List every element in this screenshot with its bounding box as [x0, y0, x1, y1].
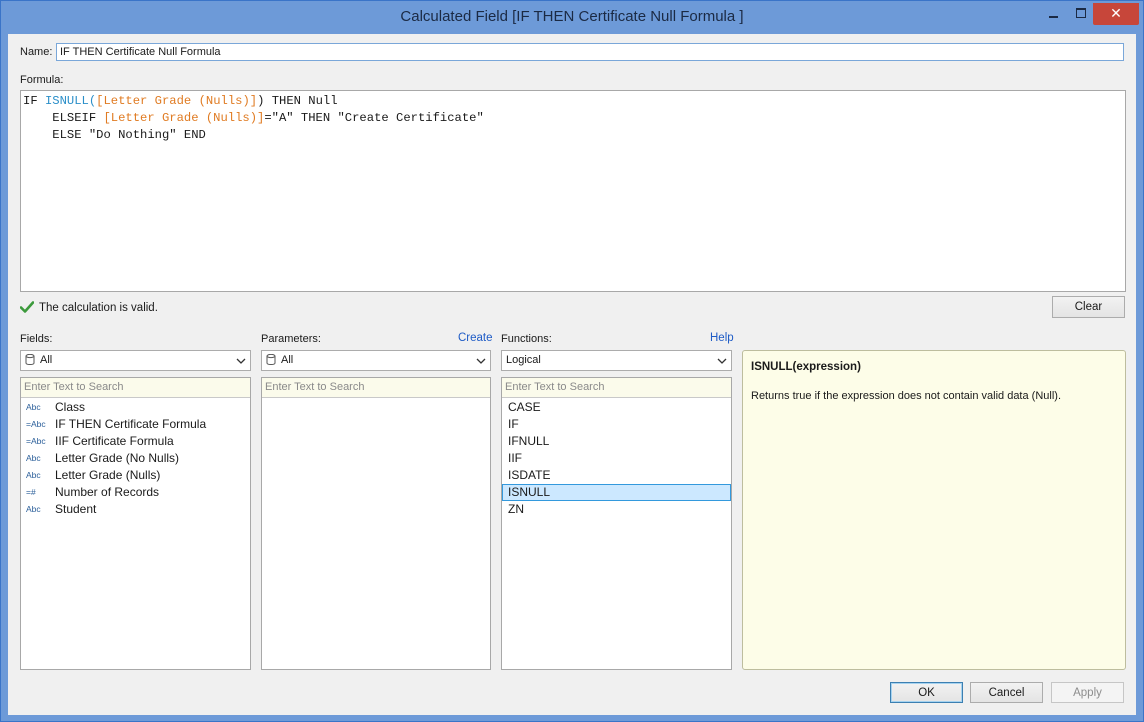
help-link[interactable]: Help [710, 332, 734, 344]
string-type-icon: Abc [26, 453, 41, 463]
create-parameter-link[interactable]: Create [458, 332, 493, 344]
functions-list: Enter Text to Search CASE IF IFNULL IIF ISDA… [501, 377, 732, 670]
name-input[interactable]: IF THEN Certificate Null Formula [56, 43, 1124, 61]
maximize-button[interactable] [1069, 3, 1093, 25]
field-list-item[interactable]: =Abc IIF Certificate Formula [21, 433, 250, 450]
close-button[interactable]: ✕ [1093, 3, 1139, 25]
field-list-item[interactable]: Abc Letter Grade (Nulls) [21, 467, 250, 484]
function-description: Returns true if the expression does not … [751, 390, 1061, 402]
formula-line-2: ELSEIF [Letter Grade (Nulls)]="A" THEN "… [23, 110, 1123, 127]
function-help-panel: ISNULL(expression) Returns true if the e… [742, 350, 1126, 670]
formula-line-3: ELSE "Do Nothing" END [23, 128, 206, 142]
number-type-icon: =# [26, 487, 36, 497]
functions-search-input[interactable]: Enter Text to Search [502, 378, 731, 398]
name-label: Name: [20, 46, 53, 58]
field-list-item[interactable]: Abc Student [21, 501, 250, 518]
datasource-icon [25, 354, 35, 365]
fields-search-input[interactable]: Enter Text to Search [21, 378, 250, 398]
string-type-icon: Abc [26, 402, 41, 412]
validation-text: The calculation is valid. [39, 302, 158, 314]
field-list-item[interactable]: Abc Letter Grade (No Nulls) [21, 450, 250, 467]
title-bar[interactable]: Calculated Field [IF THEN Certificate Nu… [1, 1, 1143, 34]
cancel-button[interactable]: Cancel [970, 682, 1043, 703]
formula-field-ref: [Letter Grade (Nulls)] [96, 94, 258, 108]
validation-status: The calculation is valid. [20, 300, 158, 316]
formula-label: Formula: [20, 74, 64, 86]
functions-category-value: Logical [506, 354, 541, 366]
formula-keyword: ELSEIF [23, 111, 104, 125]
chevron-down-icon [717, 358, 727, 364]
dialog-body: Name: IF THEN Certificate Null Formula F… [8, 34, 1136, 715]
field-name: IF THEN Certificate Formula [55, 417, 207, 431]
functions-category-dropdown[interactable]: Logical [501, 350, 732, 371]
formula-field-ref: [Letter Grade (Nulls)] [103, 111, 265, 125]
fields-label: Fields: [20, 333, 53, 345]
field-name: Class [55, 400, 86, 414]
parameters-search-input[interactable]: Enter Text to Search [262, 378, 490, 398]
field-name: IIF Certificate Formula [55, 434, 174, 448]
function-list-item[interactable]: IIF [502, 450, 731, 467]
string-type-icon: =Abc [26, 419, 46, 429]
function-list-item[interactable]: ISNULL [502, 484, 731, 501]
field-list-item[interactable]: =# Number of Records [21, 484, 250, 501]
checkmark-icon [20, 301, 34, 313]
field-name: Letter Grade (Nulls) [55, 468, 161, 482]
chevron-down-icon [476, 358, 486, 364]
functions-items: CASE IF IFNULL IIF ISDATE ISNULL ZN [502, 398, 731, 518]
field-name: Student [55, 502, 97, 516]
fields-items: Abc Class =Abc IF THEN Certificate Formula =… [21, 398, 250, 518]
parameters-label: Parameters: [261, 333, 321, 345]
field-name: Letter Grade (No Nulls) [55, 451, 180, 465]
function-signature: ISNULL(expression) [751, 361, 861, 373]
parameters-filter-value: All [281, 354, 294, 366]
function-list-item[interactable]: IFNULL [502, 433, 731, 450]
window-title: Calculated Field [IF THEN Certificate Nu… [400, 8, 744, 25]
clear-button[interactable]: Clear [1052, 296, 1125, 318]
functions-label: Functions: [501, 333, 552, 345]
formula-text: ="A" THEN "Create Certificate" [264, 111, 484, 125]
formula-line-1: IF ISNULL([Letter Grade (Nulls)]) THEN N… [23, 93, 1123, 110]
field-list-item[interactable]: Abc Class [21, 399, 250, 416]
formula-text: ) THEN Null [257, 94, 338, 108]
datasource-icon [266, 354, 276, 365]
apply-button[interactable]: Apply [1051, 682, 1124, 703]
function-list-item[interactable]: IF [502, 416, 731, 433]
close-icon: ✕ [1110, 5, 1122, 21]
string-type-icon: Abc [26, 504, 41, 514]
parameters-list: Enter Text to Search [261, 377, 491, 670]
minimize-icon [1048, 16, 1058, 18]
formula-function: ISNULL [44, 94, 89, 108]
formula-editor[interactable]: IF ISNULL([Letter Grade (Nulls)]) THEN N… [20, 90, 1126, 292]
function-list-item[interactable]: ISDATE [502, 467, 731, 484]
maximize-icon [1076, 8, 1086, 18]
ok-button[interactable]: OK [890, 682, 963, 703]
string-type-icon: Abc [26, 470, 41, 480]
fields-list: Enter Text to Search Abc Class =Abc IF THEN… [20, 377, 251, 670]
field-list-item[interactable]: =Abc IF THEN Certificate Formula [21, 416, 250, 433]
string-type-icon: =Abc [26, 436, 46, 446]
field-name: Number of Records [55, 485, 160, 499]
fields-filter-dropdown[interactable]: All [20, 350, 251, 371]
function-list-item[interactable]: CASE [502, 399, 731, 416]
minimize-button[interactable] [1041, 3, 1065, 25]
formula-keyword: IF [23, 94, 45, 108]
parameters-filter-dropdown[interactable]: All [261, 350, 491, 371]
function-list-item[interactable]: ZN [502, 501, 731, 518]
calculated-field-dialog: Calculated Field [IF THEN Certificate Nu… [0, 0, 1144, 722]
chevron-down-icon [236, 358, 246, 364]
fields-filter-value: All [40, 354, 53, 366]
